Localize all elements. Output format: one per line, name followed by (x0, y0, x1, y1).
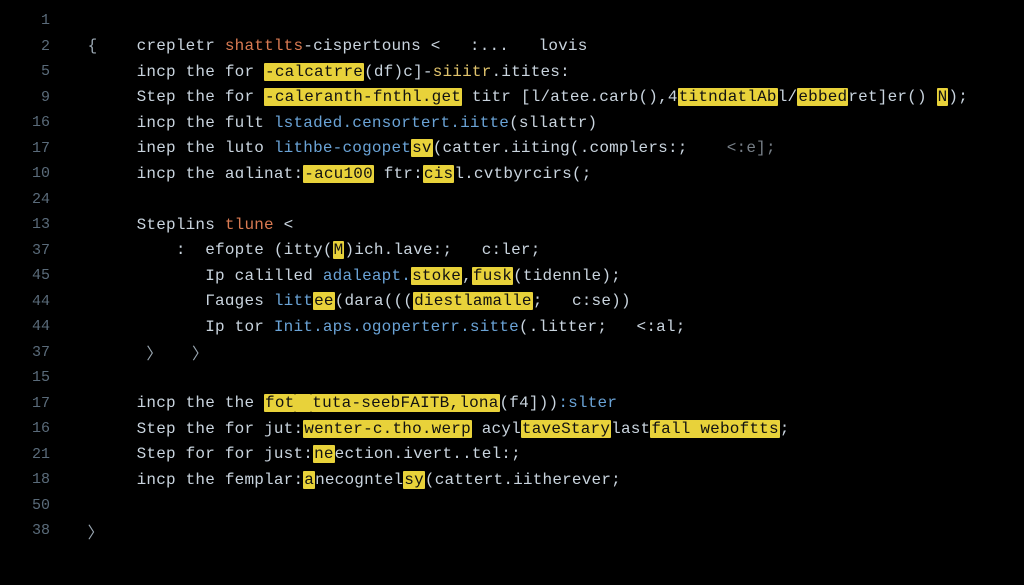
search-match: diestlamalle (413, 292, 533, 310)
code-line[interactable]: 45 Ip calilled adaleapt.stoke,fusk(tiden… (0, 263, 1024, 289)
code-line[interactable]: 16 incp the fult lstaded.censortert.iitt… (0, 110, 1024, 136)
search-match: a (303, 471, 315, 489)
search-match: fall weboftts (650, 420, 779, 438)
code-line[interactable]: 44 Γaɑɡes littee(dara(((diestlamalle; c:… (0, 289, 1024, 315)
line-number: 15 (0, 369, 68, 386)
line-number: 16 (0, 114, 68, 131)
search-match: tuta-seebFAITB,lona (311, 394, 499, 412)
code-line[interactable]: 16 Step the for jut:wenter-c.tho.werp ac… (0, 416, 1024, 442)
line-number: 37 (0, 242, 68, 259)
code-line[interactable]: 50 (0, 493, 1024, 519)
line-number: 16 (0, 420, 68, 437)
brace-close: 〉 (88, 525, 104, 543)
search-match: taveStary (521, 420, 611, 438)
line-number: 44 (0, 293, 68, 310)
code-line[interactable]: 44 Ip tor Init.aps.ogoperterr.sitte(.lit… (0, 314, 1024, 340)
code-line[interactable]: 9 Step the for -caleranth-fnthl.get titr… (0, 85, 1024, 111)
line-number: 44 (0, 318, 68, 335)
search-match: stoke (411, 267, 462, 285)
search-match: fusk (472, 267, 513, 285)
line-number: 38 (0, 522, 68, 539)
code-line[interactable]: 24 (0, 187, 1024, 213)
brace-open: { (88, 37, 98, 55)
code-line[interactable]: 13 Steplins tlune < (0, 212, 1024, 238)
search-match: M (333, 241, 345, 259)
search-match: sy (403, 471, 425, 489)
line-number: 9 (0, 89, 68, 106)
search-match: ebbed (797, 88, 848, 106)
code-editor[interactable]: 1 2 { crepletr shattlts-cispertouns < :.… (0, 0, 1024, 544)
code-line[interactable]: 18 incp the femplar:anecogntelsy(cattert… (0, 467, 1024, 493)
search-match: -caleranth-fnthl.get (264, 88, 462, 106)
code-line[interactable]: 1 (0, 8, 1024, 34)
line-number: 18 (0, 471, 68, 488)
line-number: 45 (0, 267, 68, 284)
code-line[interactable]: 5 incp the for -calcatrre(df)c]-siiitr.i… (0, 59, 1024, 85)
line-number: 21 (0, 446, 68, 463)
search-match: ne (313, 445, 335, 463)
line-number: 5 (0, 63, 68, 80)
search-match: wenter-c.tho.werp (303, 420, 472, 438)
line-number: 10 (0, 165, 68, 182)
code-line[interactable]: 37 : efopte (itty(M)ich.lave:; c:ler; (0, 238, 1024, 264)
line-number: 1 (0, 12, 68, 29)
brace-close: 〉 〉 (146, 346, 208, 364)
line-number: 17 (0, 140, 68, 157)
line-number: 13 (0, 216, 68, 233)
line-number: 50 (0, 497, 68, 514)
code-line[interactable]: 17 inep the luto lithbe-cogopetsv(catter… (0, 136, 1024, 162)
search-match (295, 394, 311, 412)
code-line[interactable]: 38 〉 (0, 518, 1024, 544)
search-match: fot (264, 394, 295, 412)
search-match: sv (411, 139, 433, 157)
search-match: titndatlAb (678, 88, 778, 106)
line-number: 24 (0, 191, 68, 208)
search-match: cis (423, 165, 454, 183)
search-match: -calcatrre (264, 63, 364, 81)
code-line[interactable]: 2 { crepletr shattlts-cispertouns < :...… (0, 34, 1024, 60)
code-line[interactable]: 15 (0, 365, 1024, 391)
search-match: ee (313, 292, 335, 310)
code-line[interactable]: 17 incp the the fot tuta-seebFAITB,lona(… (0, 391, 1024, 417)
search-match: -acu100 (303, 165, 374, 183)
code-line[interactable]: 37 〉 〉 (0, 340, 1024, 366)
code-line[interactable]: 21 Step for for just:neection.ivert..tel… (0, 442, 1024, 468)
code-line[interactable]: 10 incp the aɑlinat:-acu100 ftr:cisl.cvt… (0, 161, 1024, 187)
line-number: 37 (0, 344, 68, 361)
line-number: 2 (0, 38, 68, 55)
search-match: N (937, 88, 949, 106)
line-number: 17 (0, 395, 68, 412)
